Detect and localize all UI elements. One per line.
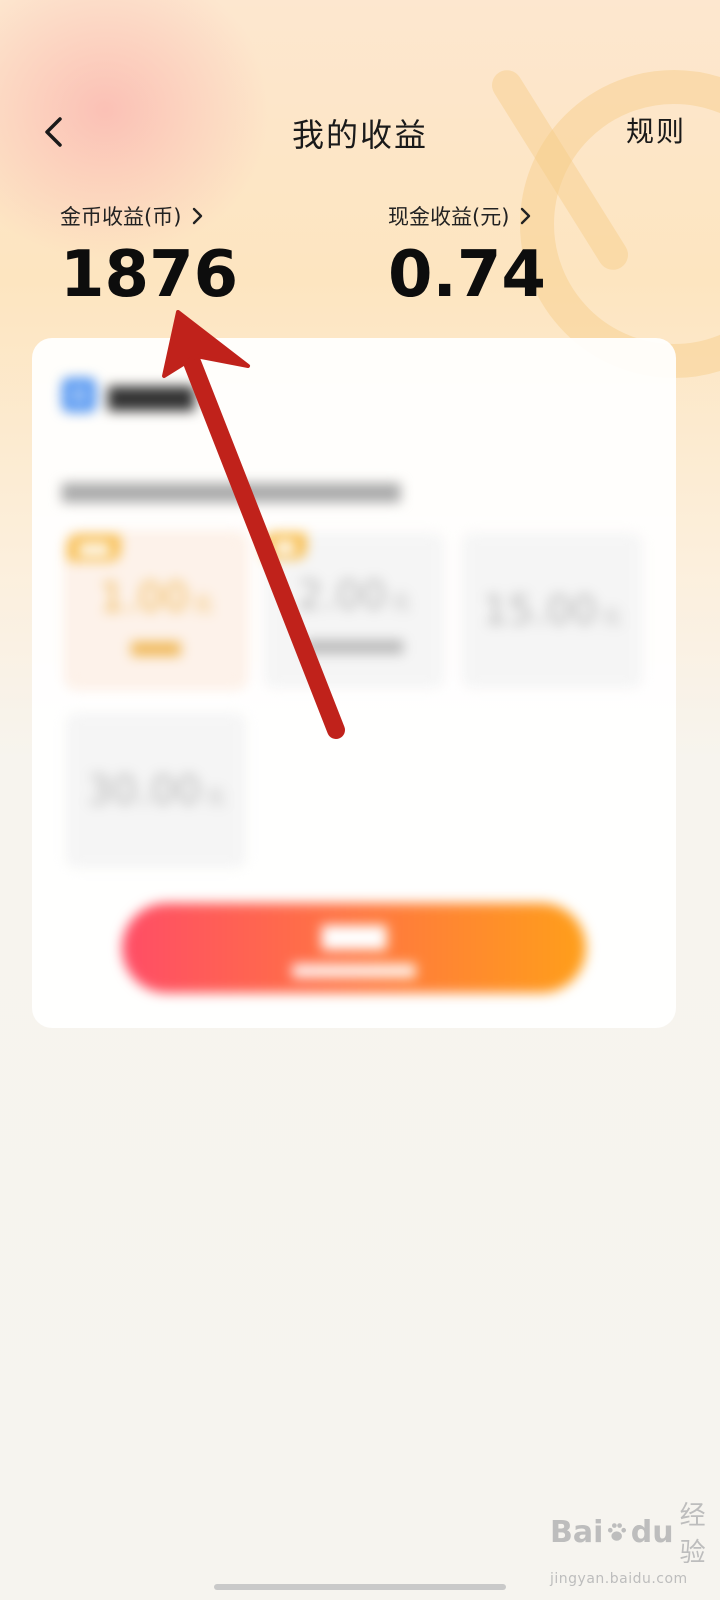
option-tag: ▆▆▆: [68, 535, 121, 561]
withdraw-hint: ▆▆▆▆▆▆▆▆▆▆▆▆▆▆▆▆▆▆▆▆: [62, 478, 401, 503]
watermark-logo: Bai du 经验: [550, 1495, 710, 1569]
cash-earnings-label-row: 现金收益(元): [388, 200, 546, 232]
coin-earnings-value: 1876: [60, 238, 239, 312]
chevron-right-icon: [193, 207, 203, 225]
withdraw-card: ▆▆▆▆ ▆▆▆▆▆▆▆▆▆▆▆▆▆▆▆▆▆▆▆▆ ▆▆▆ 1.00 元 ▆▆▆▆…: [32, 338, 676, 1028]
option-amount: 15.00 元: [482, 588, 622, 634]
cash-earnings-value: 0.74: [388, 238, 546, 312]
withdraw-button-label: ▆▆▆: [321, 917, 387, 950]
cash-earnings[interactable]: 现金收益(元) 0.74: [388, 200, 546, 310]
withdraw-button[interactable]: ▆▆▆ ▆▆▆▆▆▆▆▆▆▆: [122, 903, 586, 993]
withdraw-option[interactable]: ▆▆ 2.00 元 ▆▆▆▆▆▆▆▆: [264, 533, 444, 688]
coin-earnings[interactable]: 金币收益(币) 1876: [60, 200, 238, 310]
withdraw-option[interactable]: 15.00 元: [462, 533, 642, 688]
chevron-right-icon: [521, 207, 531, 225]
option-amount: 1.00 元: [99, 575, 213, 621]
payment-icon: [62, 378, 96, 412]
option-note: ▆▆▆▆▆▆▆▆: [304, 635, 404, 654]
top-nav-bar: 我的收益 规则: [0, 88, 720, 178]
option-note: ▆▆▆▆: [131, 637, 181, 656]
watermark-brand-right: du: [630, 1514, 674, 1550]
withdraw-card-blurred-content: ▆▆▆▆ ▆▆▆▆▆▆▆▆▆▆▆▆▆▆▆▆▆▆▆▆ ▆▆▆ 1.00 元 ▆▆▆▆…: [32, 338, 676, 1028]
withdraw-option[interactable]: 30.00 元: [66, 713, 246, 868]
paw-icon: [608, 1523, 627, 1541]
rules-link[interactable]: 规则: [626, 110, 686, 150]
page-title: 我的收益: [291, 116, 428, 154]
chevron-left-icon: [45, 117, 62, 147]
payment-method-title: ▆▆▆▆: [108, 378, 195, 411]
baidu-jingyan-watermark: Bai du 经验 jingyan.baidu.com: [550, 1495, 710, 1587]
coin-earnings-label: 金币收益(币): [60, 205, 182, 229]
watermark-brand-left: Bai: [550, 1514, 604, 1550]
back-button[interactable]: [30, 106, 82, 158]
withdraw-button-sublabel: ▆▆▆▆▆▆▆▆▆▆: [292, 959, 416, 978]
option-tag: ▆▆: [264, 533, 306, 559]
home-indicator[interactable]: [214, 1584, 506, 1590]
watermark-brand-zh: 经验: [679, 1501, 706, 1568]
option-amount: 30.00 元: [86, 768, 226, 814]
option-amount: 2.00 元: [297, 573, 411, 619]
watermark-url: jingyan.baidu.com: [550, 1571, 688, 1587]
withdraw-option[interactable]: ▆▆▆ 1.00 元 ▆▆▆▆: [66, 533, 246, 688]
coin-earnings-label-row: 金币收益(币): [60, 200, 238, 232]
cash-earnings-label: 现金收益(元): [388, 205, 510, 229]
